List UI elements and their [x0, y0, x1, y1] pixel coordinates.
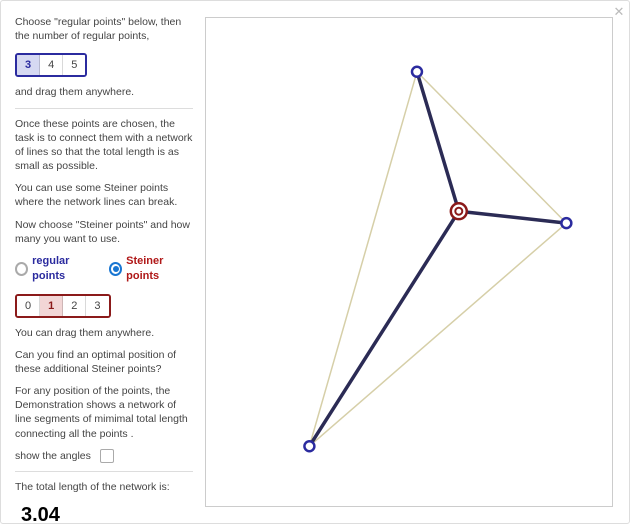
- regular-count-4[interactable]: 4: [40, 55, 63, 75]
- show-angles-label: show the angles: [15, 450, 91, 462]
- steiner-count-2[interactable]: 2: [63, 296, 86, 316]
- instruction-task: Once these points are chosen, the task i…: [15, 117, 193, 174]
- divider: [15, 108, 193, 109]
- steiner-points-count-group: 0 1 2 3: [15, 294, 111, 318]
- canvas-wrap: [201, 1, 629, 523]
- total-length-label: The total length of the network is:: [15, 480, 193, 494]
- steiner-count-3[interactable]: 3: [86, 296, 108, 316]
- instruction-demo-shows: For any position of the points, the Demo…: [15, 384, 193, 441]
- instruction-steiner-hint: You can use some Steiner points where th…: [15, 181, 193, 209]
- instruction-choose-steiner: Now choose "Steiner points" and how many…: [15, 218, 193, 246]
- close-icon[interactable]: ✕: [612, 4, 626, 18]
- regular-count-3[interactable]: 3: [17, 55, 40, 75]
- demonstration-frame: ✕ Choose "regular points" below, then th…: [0, 0, 630, 524]
- radio-steiner-points[interactable]: Steiner points: [109, 254, 193, 284]
- radio-steiner-label: Steiner points: [126, 254, 193, 284]
- controls-sidebar: Choose "regular points" below, then the …: [1, 1, 201, 523]
- show-angles-row: show the angles: [15, 449, 193, 463]
- instruction-find-optimal: Can you find an optimal position of thes…: [15, 348, 193, 376]
- steiner-count-0[interactable]: 0: [17, 296, 40, 316]
- instruction-choose-regular: Choose "regular points" below, then the …: [15, 15, 193, 43]
- point-type-radio-group: regular points Steiner points: [15, 254, 193, 284]
- radio-regular-points[interactable]: regular points: [15, 254, 99, 284]
- show-angles-checkbox[interactable]: [100, 449, 114, 463]
- instruction-drag-steiner: You can drag them anywhere.: [15, 326, 193, 340]
- instruction-drag-anywhere: and drag them anywhere.: [15, 85, 193, 99]
- steiner-count-1[interactable]: 1: [40, 296, 63, 316]
- divider: [15, 471, 193, 472]
- radio-off-icon: [15, 262, 28, 276]
- network-canvas[interactable]: [205, 17, 613, 507]
- radio-on-icon: [109, 262, 122, 276]
- regular-count-5[interactable]: 5: [63, 55, 85, 75]
- network-svg: [206, 18, 612, 506]
- total-length-value: 3.04: [21, 502, 193, 529]
- regular-points-count-group: 3 4 5: [15, 53, 87, 77]
- radio-regular-label: regular points: [32, 254, 99, 284]
